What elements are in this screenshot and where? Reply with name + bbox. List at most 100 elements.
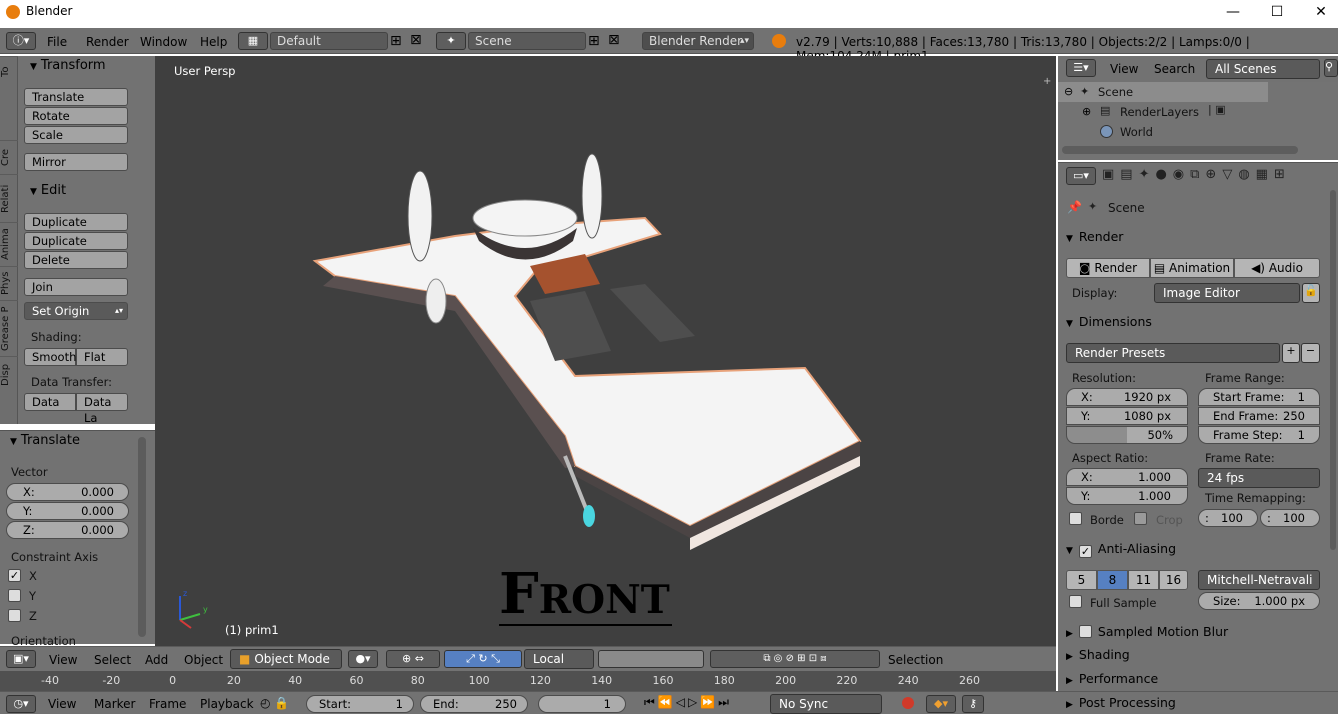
outliner-search-menu[interactable]: Search	[1154, 62, 1195, 76]
remove-scene-icon[interactable]: ⊠	[608, 32, 620, 48]
smooth-button[interactable]: Smooth	[24, 348, 76, 366]
keyframe-icon[interactable]: ◆▾	[926, 695, 956, 713]
aspect-y-field[interactable]: Y: 1.000	[1066, 487, 1188, 505]
viewport-shading-icon[interactable]: ●▾	[348, 650, 378, 668]
sampled-motion-blur-section[interactable]: ▶ Sampled Motion Blur	[1066, 623, 1322, 645]
anti-aliasing-checkbox[interactable]: ✓	[1078, 545, 1092, 558]
editor-type-icon[interactable]: ☰▾	[1066, 59, 1096, 77]
mirror-button[interactable]: Mirror	[24, 153, 128, 171]
animation-button[interactable]: ▤ Animation	[1150, 258, 1234, 278]
menu-file[interactable]: File	[47, 35, 67, 49]
end-frame-field[interactable]: End Frame: 250	[1198, 407, 1320, 425]
editor-type-icon[interactable]: ⓘ▾	[6, 32, 36, 50]
screen-layout-icon[interactable]: ▦	[238, 32, 268, 50]
remap-old-field[interactable]: : 100	[1198, 509, 1258, 527]
menu-render[interactable]: Render	[86, 35, 129, 49]
properties-scrollbar[interactable]	[1330, 190, 1336, 550]
scene-icon[interactable]: ✦	[436, 32, 466, 50]
translate-button[interactable]: Translate	[24, 88, 128, 106]
operator-scrollbar[interactable]	[138, 437, 146, 637]
editor-type-icon[interactable]: ▭▾	[1066, 167, 1096, 185]
menu-add[interactable]: Add	[145, 653, 168, 667]
record-button[interactable]	[902, 697, 914, 709]
shading-section[interactable]: ▶ Shading	[1066, 647, 1322, 669]
keying-set-icon[interactable]: ⚷	[962, 695, 984, 713]
scale-button[interactable]: Scale	[24, 126, 128, 144]
outliner-row-scene[interactable]	[1058, 82, 1268, 102]
menu-object[interactable]: Object	[184, 653, 223, 667]
outliner-item-world[interactable]: World	[1120, 125, 1153, 139]
remove-layout-icon[interactable]: ⊠	[410, 32, 422, 48]
current-frame-field[interactable]: 1	[538, 695, 626, 713]
spaceship-model[interactable]	[312, 153, 862, 550]
close-button[interactable]: ✕	[1298, 0, 1338, 26]
aa-samples-16[interactable]: 16	[1159, 570, 1188, 590]
end-frame-field[interactable]: End: 250	[420, 695, 528, 713]
vector-z-field[interactable]: Z: 0.000	[6, 521, 129, 539]
rotate-button[interactable]: Rotate	[24, 107, 128, 125]
preview-range-icon[interactable]: ◴ 🔒	[260, 696, 300, 712]
constraint-y-checkbox[interactable]	[8, 589, 21, 602]
menu-frame[interactable]: Frame	[149, 697, 186, 711]
render-layer-toggle-icon[interactable]: | ▣	[1208, 103, 1226, 116]
layers-grid[interactable]	[598, 650, 704, 668]
resolution-x-field[interactable]: X: 1920 px	[1066, 388, 1188, 406]
editor-type-icon[interactable]: ◷▾	[6, 695, 36, 713]
edit-panel-title[interactable]: ▼ Edit	[30, 183, 66, 198]
constraint-z-checkbox[interactable]	[8, 609, 21, 622]
data-button[interactable]: Data	[24, 393, 76, 411]
outliner-scrollbar[interactable]	[1062, 146, 1298, 154]
menu-marker[interactable]: Marker	[94, 697, 135, 711]
collapse-icon[interactable]: ⊖	[1064, 85, 1073, 98]
render-section-header[interactable]: ▼ Render	[1066, 229, 1322, 251]
border-checkbox[interactable]	[1069, 512, 1082, 525]
outliner-view-menu[interactable]: View	[1110, 62, 1138, 76]
tab-display[interactable]: Disp	[0, 356, 18, 392]
tab-relations[interactable]: Relati	[0, 174, 18, 222]
viewport-corner-plus-icon[interactable]: +	[1043, 76, 1051, 87]
set-origin-select[interactable]: Set Origin ▴▾	[24, 302, 128, 320]
render-presets-select[interactable]: Render Presets	[1066, 343, 1280, 363]
add-scene-icon[interactable]: ⊞	[588, 33, 600, 49]
start-frame-field[interactable]: Start: 1	[306, 695, 414, 713]
tab-physics[interactable]: Phys	[0, 266, 18, 300]
performance-section[interactable]: ▶ Performance	[1066, 671, 1322, 693]
join-button[interactable]: Join	[24, 278, 128, 296]
transform-panel-title[interactable]: ▼ Transform	[30, 58, 106, 73]
display-mode-select[interactable]: All Scenes	[1206, 59, 1320, 79]
tab-tools[interactable]: To	[0, 56, 18, 86]
frame-step-field[interactable]: Frame Step: 1	[1198, 426, 1320, 444]
menu-select[interactable]: Select	[94, 653, 131, 667]
translate-panel-title[interactable]: ▼ Translate	[10, 433, 80, 448]
menu-help[interactable]: Help	[200, 35, 227, 49]
aspect-x-field[interactable]: X: 1.000	[1066, 468, 1188, 486]
constraint-x-checkbox[interactable]: ✓	[8, 569, 21, 582]
editor-type-icon[interactable]: ▣▾	[6, 650, 36, 668]
add-layout-icon[interactable]: ⊞	[390, 33, 402, 49]
post-processing-section[interactable]: ▶ Post Processing	[1066, 695, 1322, 714]
add-preset-icon[interactable]: +	[1282, 343, 1300, 363]
maximize-button[interactable]: ☐	[1254, 0, 1300, 26]
pivot-point-icon[interactable]: ⊕ ⇔	[386, 650, 440, 668]
search-icon[interactable]: ⚲	[1324, 59, 1338, 77]
vector-x-field[interactable]: X: 0.000	[6, 483, 129, 501]
layout-field[interactable]: Default	[270, 32, 388, 50]
minimize-button[interactable]: —	[1210, 0, 1256, 26]
remove-preset-icon[interactable]: −	[1301, 343, 1320, 363]
lock-icon[interactable]: 🔓	[1302, 283, 1320, 303]
crop-checkbox[interactable]	[1134, 512, 1147, 525]
pin-icon[interactable]: 📌	[1067, 200, 1082, 214]
dimensions-section-header[interactable]: ▼ Dimensions	[1066, 314, 1322, 336]
tab-create[interactable]: Cre	[0, 140, 18, 174]
start-frame-field[interactable]: Start Frame: 1	[1198, 388, 1320, 406]
tab-animation[interactable]: Anima	[0, 222, 18, 266]
filter-size-field[interactable]: Size: 1.000 px	[1198, 592, 1320, 610]
full-sample-checkbox[interactable]	[1069, 595, 1082, 608]
menu-view[interactable]: View	[49, 653, 77, 667]
vector-y-field[interactable]: Y: 0.000	[6, 502, 129, 520]
mode-select[interactable]: ■ Object Mode	[230, 649, 342, 669]
data-layout-button[interactable]: Data La	[76, 393, 128, 425]
duplicate-button[interactable]: Duplicate	[24, 213, 128, 231]
render-button[interactable]: ◙ Render	[1066, 258, 1150, 278]
aa-samples-8[interactable]: 8	[1097, 570, 1128, 590]
